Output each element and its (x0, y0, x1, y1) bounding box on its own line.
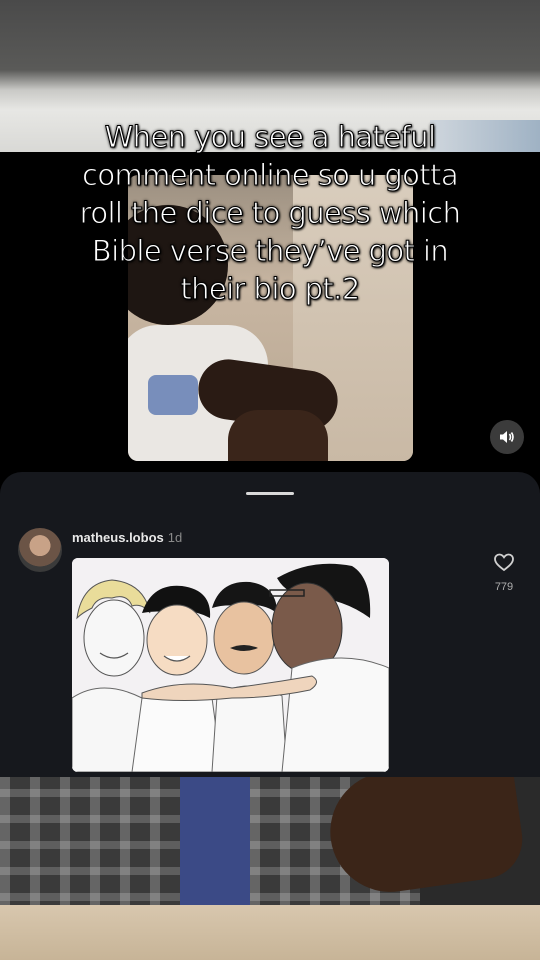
screen: When you see a hateful comment online so… (0, 0, 540, 960)
heart-icon[interactable] (493, 552, 515, 572)
volume-button[interactable] (490, 420, 524, 454)
avatar[interactable] (18, 528, 62, 572)
caption-line-4: Bible verse they’ve got in (91, 234, 449, 269)
volume-icon (500, 431, 514, 443)
caption-line-3: roll the dice to guess which (79, 196, 461, 231)
caption-line-5: their bio pt.2 (180, 272, 361, 307)
comment-meme-image[interactable] (72, 558, 389, 772)
caption-line-1: When you see a hateful (104, 120, 436, 155)
caption-line-2: comment online so u gotta (81, 158, 459, 193)
meme-illustration (72, 558, 389, 772)
like-button[interactable]: 779 (484, 552, 524, 612)
sheet-drag-handle[interactable] (246, 492, 294, 495)
like-count: 779 (494, 581, 514, 593)
comment-username[interactable]: matheus.lobos (72, 530, 164, 545)
video-person-hand (228, 410, 328, 461)
wooden-table (0, 905, 540, 960)
comment-time: 1d (167, 530, 183, 545)
comment-header: matheus.lobos 1d (72, 530, 182, 545)
video-caption: When you see a hateful comment online so… (20, 118, 520, 308)
video-shirt-logo (148, 375, 198, 415)
